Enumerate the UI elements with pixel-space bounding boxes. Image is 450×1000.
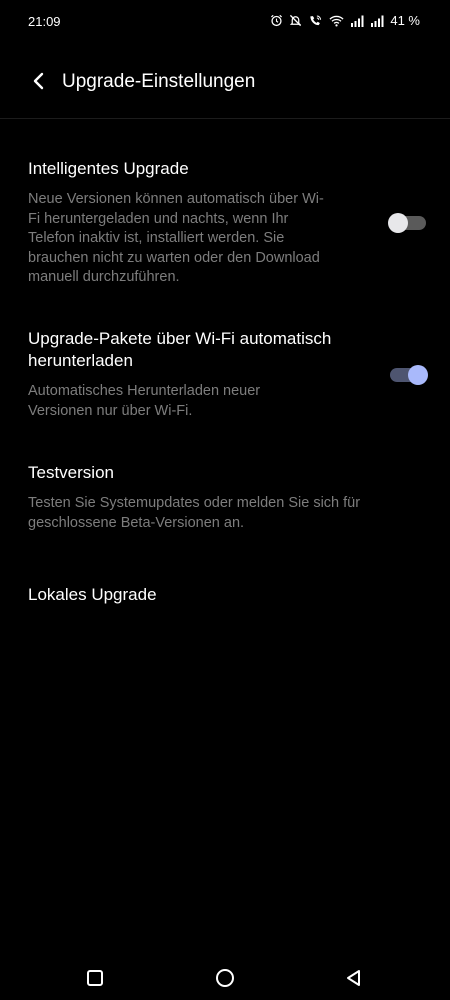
wifi-icon (329, 15, 344, 27)
back-button[interactable] (22, 65, 54, 97)
status-bar: 21:09 41 % (0, 0, 450, 44)
chevron-left-icon (22, 72, 54, 101)
back-triangle-icon (342, 970, 366, 994)
setting-auto-download-wifi[interactable]: Upgrade-Pakete über Wi-Fi automatisch he… (28, 328, 422, 421)
mute-icon (289, 14, 302, 27)
setting-title: Upgrade-Pakete über Wi-Fi automatisch he… (28, 329, 332, 370)
setting-title: Lokales Upgrade (28, 585, 157, 604)
intelligent-upgrade-toggle[interactable] (388, 213, 426, 233)
signal-icon (370, 15, 384, 27)
recents-button[interactable] (83, 966, 107, 990)
app-header: Upgrade-Einstellungen (0, 56, 450, 110)
setting-title: Testversion (28, 463, 114, 482)
setting-description: Testen Sie Systemupdates oder melden Sie… (28, 495, 361, 531)
toggle-knob (408, 365, 428, 385)
setting-local-upgrade[interactable]: Lokales Upgrade (28, 584, 422, 606)
back-nav-button[interactable] (342, 966, 366, 990)
home-button[interactable] (213, 966, 237, 990)
alarm-icon (270, 14, 283, 27)
toggle-knob (388, 213, 408, 233)
home-circle-icon (213, 969, 237, 994)
setting-title: Intelligentes Upgrade (28, 159, 189, 178)
setting-intelligent-upgrade[interactable]: Intelligentes Upgrade Neue Versionen kön… (28, 158, 422, 288)
status-icons: 41 % (270, 13, 420, 28)
page-title: Upgrade-Einstellungen (62, 71, 256, 92)
header-divider (0, 118, 450, 119)
status-time: 21:09 (28, 14, 61, 29)
auto-download-toggle[interactable] (390, 365, 428, 385)
recents-square-icon (83, 970, 107, 994)
wifi-call-icon (308, 14, 323, 27)
system-nav-bar (0, 958, 450, 998)
setting-description: Neue Versionen können automatisch über W… (28, 191, 324, 285)
setting-description: Automatisches Herunterladen neuer Versio… (28, 383, 261, 419)
signal-icon (350, 15, 364, 27)
setting-test-version[interactable]: Testversion Testen Sie Systemupdates ode… (28, 462, 422, 533)
battery-level: 41 % (390, 13, 420, 28)
